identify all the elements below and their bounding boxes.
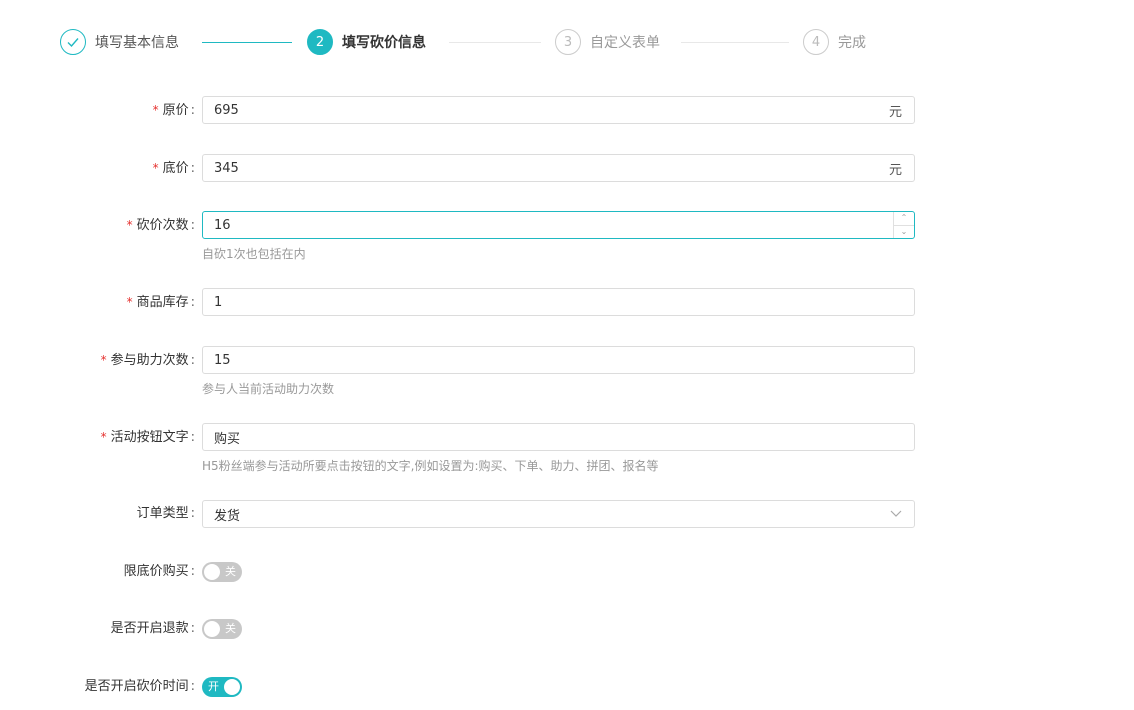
enable-bargain-time-label-text: 是否开启砍价时间 (84, 679, 189, 694)
chevron-down-icon[interactable]: ⌄ (894, 226, 914, 239)
enable-bargain-time-label: 是否开启砍价时间: (85, 673, 195, 701)
limit-floor-buy-toggle[interactable]: 关 (202, 562, 242, 582)
step-3-number: 3 (555, 29, 581, 55)
step-1-title: 填写基本信息 (95, 35, 179, 51)
floor-price-value: 345 (214, 160, 239, 176)
step-1: 填写基本信息 (60, 28, 179, 56)
step-connector-2 (449, 42, 541, 43)
order-type-label-text: 订单类型 (136, 506, 189, 521)
floor-price-input[interactable]: 345 元 (202, 154, 915, 182)
required-mark: * (126, 218, 133, 232)
original-price-unit: 元 (888, 104, 902, 120)
label-colon: : (190, 218, 195, 233)
chevron-down-icon (890, 507, 914, 521)
help-count-label-text: 参与助力次数 (110, 353, 189, 368)
step-3-title: 自定义表单 (590, 35, 660, 51)
limit-floor-buy-label: 限底价购买: (124, 558, 195, 586)
label-colon: : (190, 295, 195, 310)
required-mark: * (126, 295, 133, 309)
order-type-select[interactable]: 发货 (202, 500, 915, 528)
toggle-knob (204, 564, 220, 580)
floor-price-label: * 底价: (153, 154, 195, 182)
help-count-value: 15 (214, 352, 231, 368)
step-3: 3 自定义表单 (555, 28, 660, 56)
bargain-count-hint: 自砍1次也包括在内 (202, 247, 306, 261)
step-4-title: 完成 (838, 35, 866, 51)
toggle-state-text: 关 (225, 565, 236, 578)
step-4-number: 4 (803, 29, 829, 55)
limit-floor-buy-label-text: 限底价购买 (123, 564, 189, 579)
label-colon: : (190, 679, 195, 694)
label-colon: : (190, 564, 195, 579)
button-text-input[interactable]: 购买 (202, 423, 915, 451)
stock-label: * 商品库存: (127, 288, 195, 316)
original-price-label: * 原价: (153, 96, 195, 124)
enable-refund-label-text: 是否开启退款 (110, 621, 189, 636)
enable-bargain-time-toggle[interactable]: 开 (202, 677, 242, 697)
help-count-input[interactable]: 15 (202, 346, 915, 374)
step-2: 2 填写砍价信息 (307, 28, 426, 56)
stepper-controls: ⌃ ⌄ (893, 212, 914, 238)
label-colon: : (190, 430, 195, 445)
step-4: 4 完成 (803, 28, 866, 56)
required-mark: * (100, 430, 107, 444)
label-colon: : (190, 103, 195, 118)
toggle-knob (204, 621, 220, 637)
step-connector-3 (681, 42, 789, 43)
required-mark: * (152, 161, 159, 175)
label-colon: : (190, 506, 195, 521)
help-count-label: * 参与助力次数: (101, 346, 195, 374)
button-text-label: * 活动按钮文字: (101, 423, 195, 451)
order-type-label: 订单类型: (137, 500, 195, 528)
label-colon: : (190, 353, 195, 368)
enable-refund-toggle[interactable]: 关 (202, 619, 242, 639)
stock-input[interactable]: 1 (202, 288, 915, 316)
button-text-value: 购买 (214, 431, 241, 447)
steps-bar: 填写基本信息 2 填写砍价信息 3 自定义表单 4 完成 (60, 28, 880, 58)
original-price-input[interactable]: 695 元 (202, 96, 915, 124)
toggle-knob (224, 679, 240, 695)
stock-value: 1 (214, 294, 223, 310)
bargain-count-label-text: 砍价次数 (136, 218, 189, 233)
step-2-number: 2 (307, 29, 333, 55)
bargain-count-value: 16 (214, 217, 231, 233)
required-mark: * (100, 353, 107, 367)
chevron-up-icon[interactable]: ⌃ (894, 212, 914, 226)
check-icon (60, 29, 86, 55)
label-colon: : (190, 161, 195, 176)
step-connector-1 (202, 42, 292, 43)
original-price-value: 695 (214, 102, 239, 118)
button-text-label-text: 活动按钮文字 (110, 430, 189, 445)
step-2-title: 填写砍价信息 (342, 35, 426, 51)
label-colon: : (190, 621, 195, 636)
stock-label-text: 商品库存 (136, 295, 189, 310)
bargain-count-stepper[interactable]: 16 ⌃ ⌄ (202, 211, 915, 239)
order-type-value: 发货 (214, 508, 241, 524)
floor-price-unit: 元 (888, 162, 902, 178)
enable-refund-label: 是否开启退款: (111, 615, 195, 643)
original-price-label-text: 原价 (162, 103, 189, 118)
bargain-count-label: * 砍价次数: (127, 211, 195, 239)
floor-price-label-text: 底价 (162, 161, 189, 176)
button-text-hint: H5粉丝端参与活动所要点击按钮的文字,例如设置为:购买、下单、助力、拼团、报名等 (202, 459, 659, 473)
help-count-hint: 参与人当前活动助力次数 (202, 382, 335, 396)
toggle-state-text: 关 (225, 622, 236, 635)
toggle-state-text: 开 (208, 680, 219, 693)
required-mark: * (152, 103, 159, 117)
